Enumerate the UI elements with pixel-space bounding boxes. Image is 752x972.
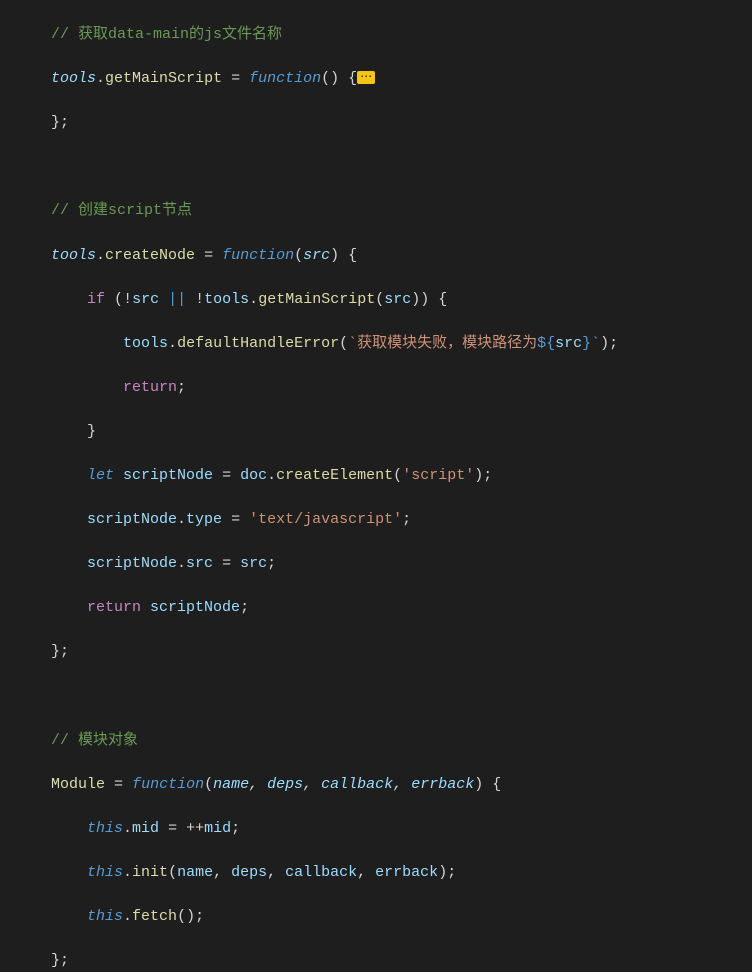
code-line [0,156,752,178]
code-editor: // 获取data-main的js文件名称 tools.getMainScrip… [0,0,752,972]
code-line [0,685,752,707]
code-line: // 获取data-main的js文件名称 [0,24,752,46]
code-line: }; [0,950,752,972]
code-line: this.mid = ++mid; [0,818,752,840]
code-line: tools.createNode = function(src) { [0,245,752,267]
code-line: }; [0,641,752,663]
comment: // 获取data-main的js文件名称 [51,26,282,43]
code-line: // 创建script节点 [0,200,752,222]
code-line: }; [0,112,752,134]
code-line: } [0,421,752,443]
fold-icon[interactable]: ⋯ [357,71,375,84]
code-line: // 模块对象 [0,730,752,752]
comment: // 创建script节点 [51,202,192,219]
code-line: let scriptNode = doc.createElement('scri… [0,465,752,487]
code-line: return; [0,377,752,399]
code-line: scriptNode.type = 'text/javascript'; [0,509,752,531]
code-line: tools.getMainScript = function() {⋯ [0,68,752,90]
code-line: tools.defaultHandleError(`获取模块失败，模块路径为${… [0,333,752,355]
code-line: if (!src || !tools.getMainScript(src)) { [0,289,752,311]
comment: // 模块对象 [51,732,138,749]
code-line: Module = function(name, deps, callback, … [0,774,752,796]
code-line: scriptNode.src = src; [0,553,752,575]
code-line: return scriptNode; [0,597,752,619]
code-line: this.fetch(); [0,906,752,928]
code-line: this.init(name, deps, callback, errback)… [0,862,752,884]
